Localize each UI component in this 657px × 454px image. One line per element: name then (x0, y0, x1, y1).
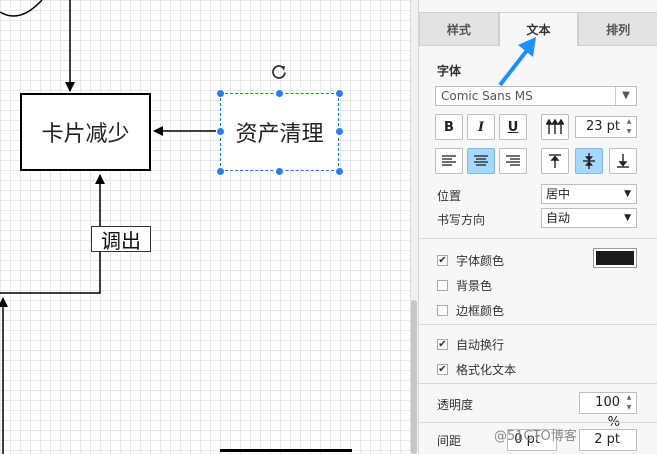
partial-shape-top-left (0, 0, 43, 17)
vertical-text-button[interactable] (541, 114, 569, 140)
auto-wrap-checkbox[interactable]: ✔ (437, 339, 448, 350)
bold-button[interactable]: B (435, 114, 463, 140)
resize-handle-sw[interactable] (216, 167, 225, 176)
formatted-text-row: ✔ 格式化文本 (437, 361, 516, 378)
border-color-checkbox[interactable] (437, 305, 448, 316)
node-card-decrease-label: 卡片减少 (41, 122, 130, 147)
writing-direction-label: 书写方向 (437, 213, 486, 227)
callout-arrow-icon (498, 37, 536, 87)
bg-color-row: 背景色 (437, 277, 492, 294)
align-right-icon (506, 155, 520, 166)
underline-button-label: U (507, 119, 519, 135)
italic-button-label: I (477, 119, 485, 135)
font-color-row: ✔ 字体颜色 (437, 252, 504, 269)
connector-layer (0, 0, 219, 454)
chevron-down-icon: ▼ (624, 213, 631, 223)
tab-arrange-label: 排列 (606, 22, 631, 37)
valign-bottom-button[interactable] (609, 148, 637, 174)
resize-handle-nw[interactable] (216, 89, 225, 98)
node-asset-clearing[interactable]: 资产清理 (220, 93, 339, 171)
align-left-icon (442, 155, 456, 166)
resize-handle-s[interactable] (275, 167, 284, 176)
spacing-value-2: 2 pt (594, 432, 620, 447)
position-label: 位置 (437, 189, 462, 203)
valign-top-button[interactable] (541, 148, 569, 174)
align-center-button[interactable] (467, 148, 495, 174)
border-color-row: 边框颜色 (437, 302, 504, 319)
node-card-decrease[interactable]: 卡片减少 (20, 93, 151, 171)
font-size-spinner[interactable]: ▲ ▼ (624, 119, 634, 135)
font-section-label: 字体 (437, 64, 462, 78)
align-right-button[interactable] (499, 148, 527, 174)
tab-style[interactable]: 样式 (419, 12, 499, 46)
chevron-down-icon: ▼ (624, 189, 631, 199)
diagram-canvas[interactable]: 卡片减少 资产清理 调出 (0, 0, 410, 454)
node-asset-clearing-label: 资产清理 (235, 122, 324, 147)
resize-handle-w[interactable] (216, 127, 225, 136)
bg-color-checkbox[interactable] (437, 280, 448, 291)
valign-top-icon (549, 154, 561, 168)
tab-style-label: 样式 (446, 22, 471, 37)
align-center-icon (474, 155, 488, 166)
formatted-text-checkbox[interactable]: ✔ (437, 364, 448, 375)
font-size-input[interactable]: 23 pt ▲ ▼ (575, 116, 637, 138)
canvas-scrollbar[interactable] (411, 300, 417, 454)
divider (419, 422, 657, 423)
position-select[interactable]: 居中 ▼ (541, 184, 637, 204)
font-color-swatch[interactable] (593, 248, 637, 268)
font-family-value: Comic Sans MS (441, 89, 533, 103)
resize-handle-e[interactable] (335, 127, 344, 136)
watermark: @51CTO博客 (494, 429, 577, 444)
chevron-down-icon: ▼ (615, 87, 636, 105)
border-color-label: 边框颜色 (456, 304, 505, 318)
opacity-label: 透明度 (437, 398, 474, 412)
font-color-label: 字体颜色 (456, 254, 505, 268)
edge-label-tiaochu[interactable]: 调出 (91, 226, 151, 253)
spacing-input-2[interactable]: 2 pt (579, 429, 637, 451)
formatted-text-label: 格式化文本 (456, 363, 517, 377)
tab-arrange[interactable]: 排列 (578, 12, 657, 46)
writing-direction-value: 自动 (546, 211, 571, 225)
auto-wrap-row: ✔ 自动换行 (437, 336, 504, 353)
writing-direction-select[interactable]: 自动 ▼ (541, 208, 637, 228)
auto-wrap-label: 自动换行 (456, 338, 505, 352)
italic-button[interactable]: I (467, 114, 495, 140)
font-color-checkbox[interactable]: ✔ (437, 255, 448, 266)
divider (419, 238, 657, 239)
opacity-value: 100 % (595, 395, 620, 430)
valign-middle-button[interactable] (575, 148, 603, 174)
opacity-spinner[interactable]: ▲ ▼ (624, 395, 634, 411)
divider (419, 324, 657, 325)
align-left-button[interactable] (435, 148, 463, 174)
rotate-icon[interactable] (270, 63, 288, 81)
edge-label-tiaochu-text: 调出 (101, 228, 141, 253)
opacity-input[interactable]: 100 % ▲ ▼ (579, 392, 637, 430)
partial-shape-bottom (220, 449, 352, 454)
connector-bottom-to-card (0, 174, 105, 294)
vertical-text-icon (546, 119, 564, 134)
bg-color-label: 背景色 (456, 279, 493, 293)
bold-button-label: B (444, 119, 454, 135)
divider (419, 383, 657, 384)
spacing-label: 间距 (437, 434, 462, 448)
font-size-value: 23 pt (585, 119, 620, 134)
valign-middle-icon (583, 153, 595, 169)
resize-handle-n[interactable] (275, 89, 284, 98)
resize-handle-se[interactable] (335, 167, 344, 176)
resize-handle-ne[interactable] (335, 89, 344, 98)
position-value: 居中 (546, 187, 571, 201)
font-color-swatch-fill (596, 251, 634, 265)
valign-bottom-icon (617, 154, 629, 168)
underline-button[interactable]: U (499, 114, 527, 140)
